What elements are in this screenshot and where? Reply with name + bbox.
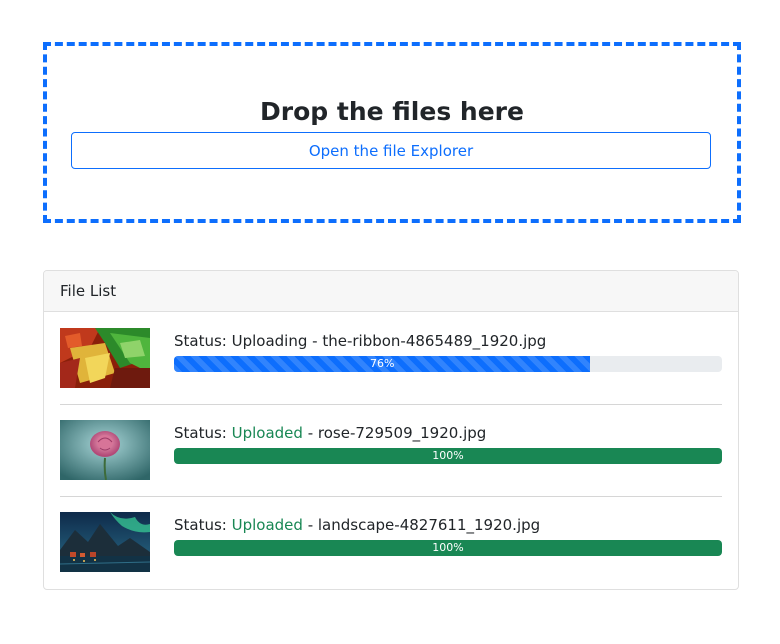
file-list-item: Status: Uploaded - landscape-4827611_192… [60, 496, 722, 588]
file-thumbnail [60, 328, 150, 388]
file-list-item: Status: Uploaded - rose-729509_1920.jpg … [60, 404, 722, 497]
file-list-item: Status: Uploading - the-ribbon-4865489_1… [60, 312, 722, 405]
upload-progress: 100% [174, 448, 722, 464]
file-status-text: Status: Uploaded - landscape-4827611_192… [174, 516, 541, 534]
file-thumbnail [60, 512, 150, 572]
dropzone-title: Drop the files here [260, 97, 524, 126]
status-value: Uploaded [231, 516, 303, 534]
file-status-text: Status: Uploading - the-ribbon-4865489_1… [174, 332, 547, 350]
file-list-card: File List Status: Uploading - the-ribbon… [43, 270, 739, 590]
upload-progress: 100% [174, 540, 722, 556]
file-list-header: File List [44, 271, 738, 312]
upload-progress: 76% [174, 356, 722, 372]
upload-progress-bar: 100% [174, 448, 722, 464]
status-value: Uploading [231, 332, 308, 350]
status-value: Uploaded [231, 424, 303, 442]
file-name: the-ribbon-4865489_1920.jpg [322, 332, 547, 350]
file-name: landscape-4827611_1920.jpg [317, 516, 541, 534]
upload-progress-bar: 100% [174, 540, 722, 556]
file-name: rose-729509_1920.jpg [317, 424, 487, 442]
file-status-text: Status: Uploaded - rose-729509_1920.jpg [174, 424, 487, 442]
open-file-explorer-button[interactable]: Open the file Explorer [71, 132, 711, 169]
file-dropzone[interactable]: Drop the files here Open the file Explor… [43, 42, 741, 223]
file-thumbnail [60, 420, 150, 480]
upload-progress-bar: 76% [174, 356, 591, 372]
